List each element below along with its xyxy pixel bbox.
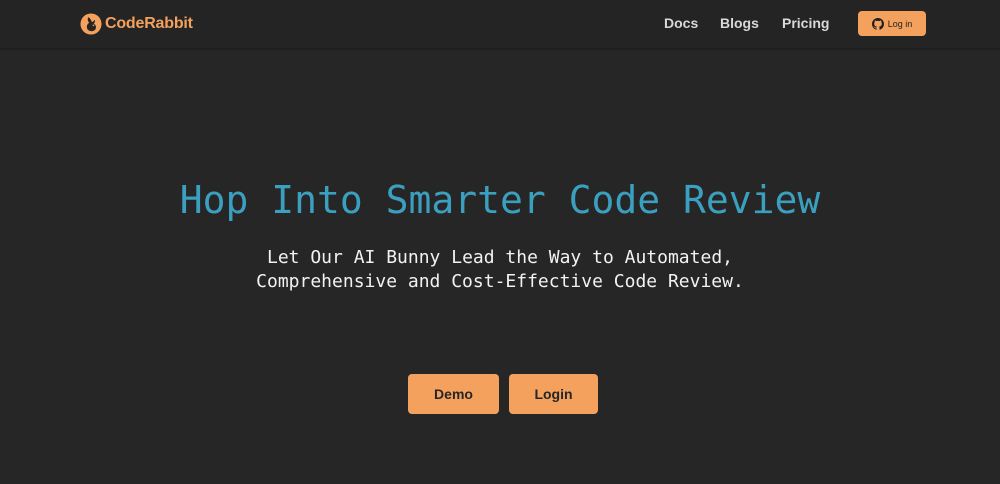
demo-button[interactable]: Demo bbox=[408, 374, 499, 414]
top-navigation-bar: CodeRabbit Docs Blogs Pricing Log in bbox=[0, 0, 1000, 48]
github-icon bbox=[871, 17, 884, 30]
nav-pricing-link[interactable]: Pricing bbox=[782, 14, 829, 32]
hero-headline: Hop Into Smarter Code Review bbox=[179, 178, 821, 222]
brand-name: CodeRabbit bbox=[105, 15, 193, 32]
github-login-button[interactable]: Log in bbox=[858, 11, 926, 36]
nav-blogs-link[interactable]: Blogs bbox=[720, 14, 759, 32]
brand-logo-link[interactable]: CodeRabbit bbox=[80, 12, 193, 36]
hero-subtitle-line-2: Comprehensive and Cost-Effective Code Re… bbox=[256, 271, 744, 292]
nav-docs-link[interactable]: Docs bbox=[664, 14, 698, 32]
login-button[interactable]: Login bbox=[509, 374, 598, 414]
hero-subtitle-line-1: Let Our AI Bunny Lead the Way to Automat… bbox=[267, 247, 733, 268]
github-login-label: Log in bbox=[887, 18, 913, 29]
rabbit-logo-icon bbox=[80, 13, 102, 35]
